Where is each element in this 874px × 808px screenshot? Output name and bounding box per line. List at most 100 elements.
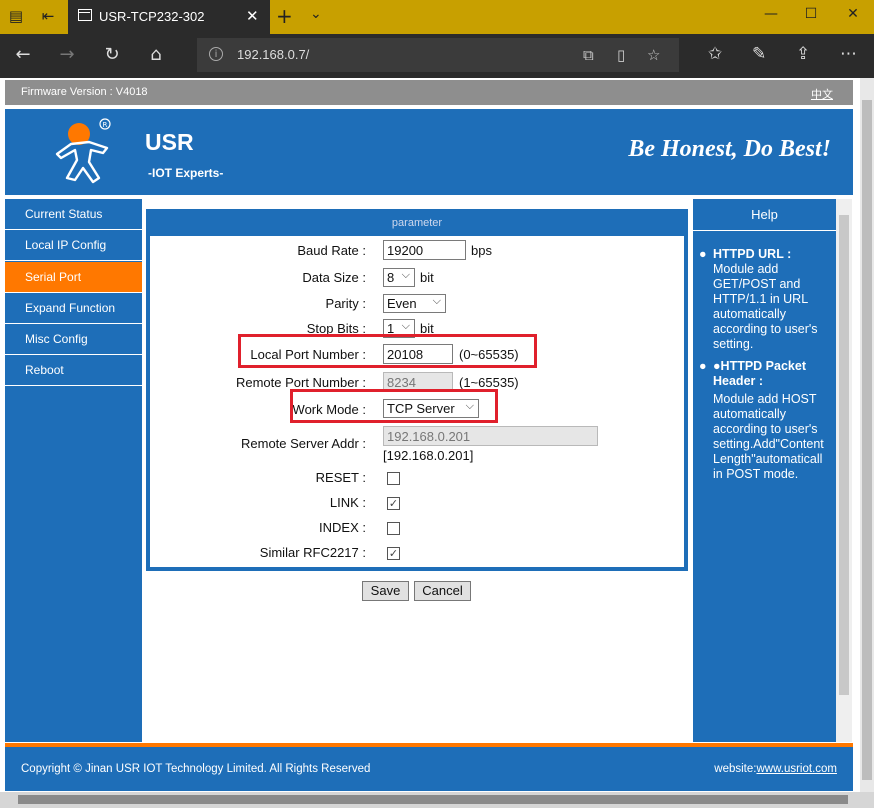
minimize-icon[interactable]: — xyxy=(756,6,786,22)
index-label: INDEX : xyxy=(319,520,366,535)
data-size-unit: bit xyxy=(420,270,434,285)
reset-checkbox[interactable] xyxy=(387,472,400,485)
help-line: setting. xyxy=(713,337,754,351)
sidebar-item-misc-config[interactable]: Misc Config xyxy=(5,324,142,355)
data-size-label: Data Size : xyxy=(302,270,366,285)
help-heading: Header : xyxy=(713,374,764,388)
translate-icon[interactable]: ⧉ xyxy=(583,46,594,64)
checkmark-icon: ✓ xyxy=(388,497,399,510)
help-line: according to user's xyxy=(713,422,818,436)
page-horizontal-scroll-thumb[interactable] xyxy=(18,795,848,804)
url-text[interactable]: 192.168.0.7/ xyxy=(237,47,309,62)
forward-icon[interactable]: → xyxy=(54,44,80,65)
help-line: automatically xyxy=(713,307,786,321)
index-checkbox[interactable] xyxy=(387,522,400,535)
website-link[interactable]: www.usriot.com xyxy=(756,763,837,775)
address-bar[interactable]: i 192.168.0.7/ ⧉ ▯ ☆ xyxy=(197,38,679,72)
page-viewport: Firmware Version : V4018 中文 R USR -IOT E… xyxy=(0,78,860,792)
help-section-httpd-header: ● ●HTTPD Packet Header : Module add HOST… xyxy=(697,359,836,482)
highlight-box-work-mode xyxy=(290,389,498,423)
tab-title: USR-TCP232-302 xyxy=(99,9,205,24)
help-description: Module add GET/POST and HTTP/1.1 in URL … xyxy=(713,262,836,352)
sidebar-item-current-status[interactable]: Current Status xyxy=(5,199,142,230)
help-title: Help xyxy=(693,199,836,231)
svg-text:R: R xyxy=(103,121,108,129)
favorite-star-icon[interactable]: ☆ xyxy=(647,46,660,64)
brand-name: USR xyxy=(145,129,194,155)
close-window-icon[interactable]: ✕ xyxy=(838,6,868,22)
data-size-select[interactable]: 8 ⌵ xyxy=(383,268,415,287)
cancel-button[interactable]: Cancel xyxy=(414,581,471,601)
help-line: in POST mode. xyxy=(713,467,799,481)
remote-server-note: [192.168.0.201] xyxy=(383,448,474,463)
help-content: ● HTTPD URL : Module add GET/POST and HT… xyxy=(697,247,836,489)
remote-port-range: (1~65535) xyxy=(459,375,519,390)
site-footer: Copyright © Jinan USR IOT Technology Lim… xyxy=(5,747,853,791)
baud-rate-input[interactable]: 19200 xyxy=(383,240,466,260)
highlight-box-local-port xyxy=(238,334,537,368)
back-icon[interactable]: ← xyxy=(10,44,36,65)
refresh-icon[interactable]: ↻ xyxy=(99,44,125,65)
remote-port-label: Remote Port Number : xyxy=(235,375,366,390)
help-line: Module add HOST xyxy=(713,392,817,406)
help-line: automatically xyxy=(713,407,786,421)
remote-server-input[interactable]: 192.168.0.201 xyxy=(383,426,598,446)
site-info-icon[interactable]: i xyxy=(209,47,223,61)
data-size-value: 8 xyxy=(387,270,395,285)
more-icon[interactable]: ⋯ xyxy=(840,44,857,64)
parameter-panel: parameter Baud Rate : 19200 bps Data Siz… xyxy=(146,209,688,571)
bullet: ● xyxy=(699,247,707,261)
browser-toolbar: ← → ↻ ⌂ i 192.168.0.7/ ⧉ ▯ ☆ ✩ ✎ ⇪ ⋯ xyxy=(0,34,874,78)
help-panel: Help ● HTTPD URL : Module add GET/POST a… xyxy=(693,199,836,742)
page-icon xyxy=(78,9,92,21)
language-link[interactable]: 中文 xyxy=(811,86,833,102)
sidebar-item-local-ip-config[interactable]: Local IP Config xyxy=(5,230,142,261)
copyright-text: Copyright © Jinan USR IOT Technology Lim… xyxy=(21,763,371,775)
new-tab-icon[interactable]: + xyxy=(276,4,293,28)
help-line: setting.Add"Content xyxy=(713,437,824,451)
active-tab[interactable]: USR-TCP232-302 ✕ xyxy=(68,0,270,34)
home-icon[interactable]: ⌂ xyxy=(143,44,169,65)
help-section-httpd-url: ● HTTPD URL : Module add GET/POST and HT… xyxy=(697,247,836,352)
baud-rate-unit: bps xyxy=(471,243,492,258)
chevron-down-icon: ⌵ xyxy=(432,295,441,307)
website-info: website:www.usriot.com xyxy=(714,763,837,775)
rfc2217-label: Similar RFC2217 : xyxy=(259,545,366,560)
link-label: LINK : xyxy=(329,495,366,510)
sidebar-item-expand-function[interactable]: Expand Function xyxy=(5,293,142,324)
chevron-down-icon[interactable]: ⌄ xyxy=(310,6,322,22)
sidebar-item-serial-port[interactable]: Serial Port xyxy=(5,262,142,293)
chevron-down-icon: ⌵ xyxy=(401,269,410,281)
website-label: website: xyxy=(714,763,757,775)
tab-actions-icon[interactable]: ▤ xyxy=(6,6,26,26)
serial-port-form: Baud Rate : 19200 bps Data Size : 8 ⌵ bit… xyxy=(150,236,684,567)
firmware-version: Firmware Version : V4018 xyxy=(21,86,148,98)
share-icon[interactable]: ⇪ xyxy=(796,44,810,64)
page-vertical-scroll-thumb[interactable] xyxy=(862,100,872,780)
brand-tagline: -IOT Experts- xyxy=(148,166,224,180)
favorites-icon[interactable]: ✩ xyxy=(708,44,722,64)
help-line: GET/POST and xyxy=(713,277,801,291)
help-scroll-thumb[interactable] xyxy=(839,215,849,695)
set-tabs-aside-icon[interactable]: ⇤ xyxy=(38,6,58,26)
help-line: according to user's xyxy=(713,322,818,336)
help-line: Length"automaticall xyxy=(713,452,823,466)
maximize-icon[interactable]: ☐ xyxy=(796,6,826,22)
reset-label: RESET : xyxy=(315,470,366,485)
reading-view-icon[interactable]: ▯ xyxy=(617,46,625,64)
tab-close-icon[interactable]: ✕ xyxy=(246,7,259,25)
help-heading: HTTPD URL : xyxy=(713,247,792,261)
help-scrollbar[interactable] xyxy=(836,199,852,742)
checkmark-icon: ✓ xyxy=(388,547,399,560)
link-checkbox[interactable]: ✓ xyxy=(387,497,400,510)
parity-label: Parity : xyxy=(325,296,366,311)
scrollbar-corner xyxy=(860,792,874,808)
firmware-bar: Firmware Version : V4018 中文 xyxy=(5,80,853,105)
rfc2217-checkbox[interactable]: ✓ xyxy=(387,547,400,560)
notes-pen-icon[interactable]: ✎ xyxy=(752,44,766,64)
sidebar-item-reboot[interactable]: Reboot xyxy=(5,355,142,386)
help-description: Module add HOST automatically according … xyxy=(713,392,836,482)
save-button[interactable]: Save xyxy=(362,581,409,601)
parity-select[interactable]: Even ⌵ xyxy=(383,294,446,313)
chevron-down-icon: ⌵ xyxy=(401,320,410,332)
